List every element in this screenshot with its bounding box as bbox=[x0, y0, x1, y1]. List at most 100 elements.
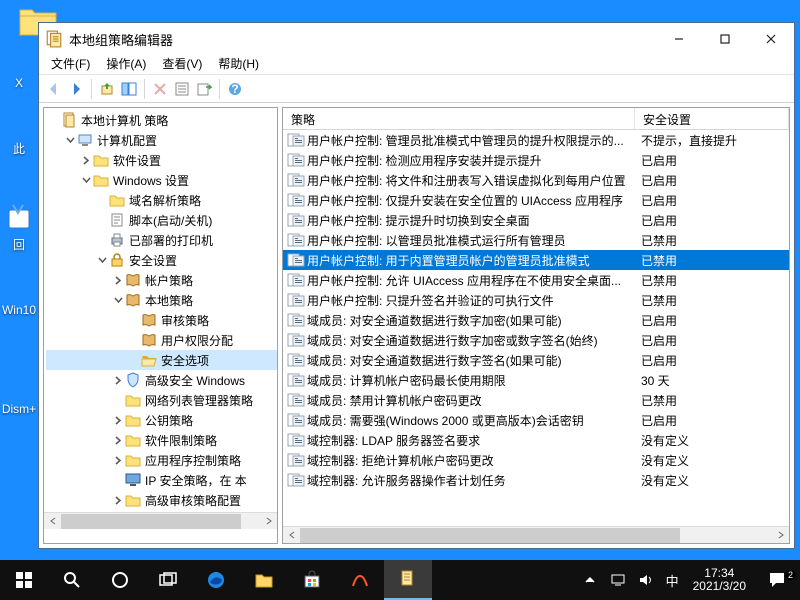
gpedit-taskbar-icon[interactable] bbox=[384, 560, 432, 600]
list-hscrollbar[interactable] bbox=[283, 526, 789, 543]
policy-name: 域控制器: LDAP 服务器签名要求 bbox=[307, 432, 480, 449]
menu-file[interactable]: 文件(F) bbox=[43, 53, 98, 74]
search-button[interactable] bbox=[48, 560, 96, 600]
column-setting[interactable]: 安全设置 bbox=[635, 108, 789, 129]
tree-item-audit[interactable]: 审核策略 bbox=[46, 310, 277, 330]
desktop-icon[interactable]: Win10 bbox=[0, 295, 38, 359]
tree-item-scripts[interactable]: 脚本(启动/关机) bbox=[46, 210, 277, 230]
expand-icon[interactable] bbox=[112, 434, 124, 446]
collapse-icon[interactable] bbox=[64, 134, 76, 146]
task-view-button[interactable] bbox=[144, 560, 192, 600]
show-hide-tree-button[interactable] bbox=[120, 80, 138, 98]
policy-row[interactable]: 域控制器: 允许服务器操作者计划任务没有定义 bbox=[283, 470, 789, 490]
dns-icon bbox=[109, 192, 125, 208]
expand-icon[interactable] bbox=[112, 274, 124, 286]
tree-item-network-list[interactable]: 网络列表管理器策略 bbox=[46, 390, 277, 410]
policy-row[interactable]: 用户帐户控制: 以管理员批准模式运行所有管理员已禁用 bbox=[283, 230, 789, 250]
expand-icon[interactable] bbox=[112, 454, 124, 466]
tree-item-adv-firewall[interactable]: 高级安全 Windows bbox=[46, 370, 277, 390]
menu-action[interactable]: 操作(A) bbox=[98, 53, 154, 74]
expand-icon[interactable] bbox=[112, 374, 124, 386]
desktop-icon[interactable]: Dism+ bbox=[0, 394, 38, 458]
tree-item-dns[interactable]: 域名解析策略 bbox=[46, 190, 277, 210]
collapse-icon[interactable] bbox=[112, 294, 124, 306]
tree-item-software[interactable]: 软件设置 bbox=[46, 150, 277, 170]
tray-overflow-icon[interactable] bbox=[576, 572, 604, 588]
tree-item-local-policy[interactable]: 本地策略 bbox=[46, 290, 277, 310]
up-button[interactable] bbox=[98, 80, 116, 98]
policy-row[interactable]: 域成员: 禁用计算机帐户密码更改已禁用 bbox=[283, 390, 789, 410]
policy-row[interactable]: 域控制器: LDAP 服务器签名要求没有定义 bbox=[283, 430, 789, 450]
tree-item-account-policy[interactable]: 帐户策略 bbox=[46, 270, 277, 290]
tree-item-user-rights[interactable]: 用户权限分配 bbox=[46, 330, 277, 350]
tree-hscrollbar[interactable] bbox=[44, 512, 277, 529]
tree-item-security[interactable]: 安全设置 bbox=[46, 250, 277, 270]
policy-row[interactable]: 用户帐户控制: 允许 UIAccess 应用程序在不使用安全桌面...已禁用 bbox=[283, 270, 789, 290]
policy-row[interactable]: 域控制器: 拒绝计算机帐户密码更改没有定义 bbox=[283, 450, 789, 470]
policy-name: 用户帐户控制: 允许 UIAccess 应用程序在不使用安全桌面... bbox=[307, 272, 621, 289]
tree-item-printers[interactable]: 已部署的打印机 bbox=[46, 230, 277, 250]
start-button[interactable] bbox=[0, 560, 48, 600]
policy-row[interactable]: 域成员: 需要强(Windows 2000 或更高版本)会话密钥已启用 bbox=[283, 410, 789, 430]
clock[interactable]: 17:34 2021/3/20 bbox=[685, 567, 754, 593]
policy-row[interactable]: 用户帐户控制: 用于内置管理员帐户的管理员批准模式已禁用 bbox=[283, 250, 789, 270]
menu-view[interactable]: 查看(V) bbox=[154, 53, 210, 74]
list-body[interactable]: 用户帐户控制: 管理员批准模式中管理员的提升权限提示的...不提示，直接提升用户… bbox=[283, 130, 789, 526]
column-policy[interactable]: 策略 bbox=[283, 108, 635, 129]
collapse-icon[interactable] bbox=[96, 254, 108, 266]
network-icon[interactable] bbox=[604, 572, 632, 588]
desktop-icon[interactable]: X bbox=[0, 68, 38, 132]
clock-date: 2021/3/20 bbox=[693, 580, 746, 593]
tree-item-root[interactable]: 本地计算机 策略 bbox=[46, 110, 277, 130]
ime-indicator[interactable]: 中 bbox=[660, 571, 685, 590]
desktop-icon[interactable]: 回 bbox=[0, 196, 38, 260]
policy-row[interactable]: 域成员: 计算机帐户密码最长使用期限30 天 bbox=[283, 370, 789, 390]
back-button[interactable] bbox=[45, 80, 63, 98]
expand-icon[interactable] bbox=[112, 494, 124, 506]
policy-row[interactable]: 域成员: 对安全通道数据进行数字签名(如果可能)已启用 bbox=[283, 350, 789, 370]
policy-row[interactable]: 用户帐户控制: 提示提升时切换到安全桌面已启用 bbox=[283, 210, 789, 230]
policy-name: 用户帐户控制: 管理员批准模式中管理员的提升权限提示的... bbox=[307, 132, 624, 149]
action-center-icon[interactable]: 2 bbox=[754, 571, 800, 589]
export-button[interactable] bbox=[195, 80, 213, 98]
expand-icon[interactable] bbox=[112, 414, 124, 426]
policy-icon bbox=[287, 413, 305, 427]
cortana-button[interactable] bbox=[96, 560, 144, 600]
properties-button[interactable] bbox=[173, 80, 191, 98]
tree-item-ipsec[interactable]: IP 安全策略，在 本 bbox=[46, 470, 277, 490]
tree-item-windows-settings[interactable]: Windows 设置 bbox=[46, 170, 277, 190]
policy-row[interactable]: 用户帐户控制: 检测应用程序安装并提示提升已启用 bbox=[283, 150, 789, 170]
tree-item-computer-config[interactable]: 计算机配置 bbox=[46, 130, 277, 150]
delete-button[interactable] bbox=[151, 80, 169, 98]
policy-row[interactable]: 域成员: 对安全通道数据进行数字加密或数字签名(始终)已启用 bbox=[283, 330, 789, 350]
file-explorer-icon[interactable] bbox=[240, 560, 288, 600]
volume-icon[interactable] bbox=[632, 572, 660, 588]
store-icon[interactable] bbox=[288, 560, 336, 600]
policy-name: 域成员: 需要强(Windows 2000 或更高版本)会话密钥 bbox=[307, 412, 584, 429]
minimize-button[interactable] bbox=[656, 24, 702, 54]
policy-row[interactable]: 用户帐户控制: 将文件和注册表写入错误虚拟化到每用户位置已启用 bbox=[283, 170, 789, 190]
tree-item-software-restriction[interactable]: 软件限制策略 bbox=[46, 430, 277, 450]
policy-icon bbox=[287, 193, 305, 207]
tree-item-adv-audit[interactable]: 高级审核策略配置 bbox=[46, 490, 277, 510]
tree-pane[interactable]: 本地计算机 策略计算机配置软件设置Windows 设置域名解析策略脚本(启动/关… bbox=[43, 107, 278, 544]
collapse-icon[interactable] bbox=[80, 174, 92, 186]
policy-row[interactable]: 用户帐户控制: 管理员批准模式中管理员的提升权限提示的...不提示，直接提升 bbox=[283, 130, 789, 150]
maximize-button[interactable] bbox=[702, 24, 748, 54]
expand-icon[interactable] bbox=[80, 154, 92, 166]
policy-setting: 已禁用 bbox=[635, 232, 789, 249]
tree-item-security-options[interactable]: 安全选项 bbox=[46, 350, 277, 370]
menu-help[interactable]: 帮助(H) bbox=[210, 53, 267, 74]
edge-icon[interactable] bbox=[192, 560, 240, 600]
tree-item-app-control[interactable]: 应用程序控制策略 bbox=[46, 450, 277, 470]
tree-item-public-key[interactable]: 公钥策略 bbox=[46, 410, 277, 430]
policy-row[interactable]: 用户帐户控制: 仅提升安装在安全位置的 UIAccess 应用程序已启用 bbox=[283, 190, 789, 210]
app-icon[interactable] bbox=[336, 560, 384, 600]
desktop-icon[interactable]: 此 bbox=[0, 132, 38, 196]
policy-name: 域控制器: 拒绝计算机帐户密码更改 bbox=[307, 452, 494, 469]
help-button[interactable]: ? bbox=[226, 80, 244, 98]
policy-row[interactable]: 用户帐户控制: 只提升签名并验证的可执行文件已禁用 bbox=[283, 290, 789, 310]
policy-row[interactable]: 域成员: 对安全通道数据进行数字加密(如果可能)已启用 bbox=[283, 310, 789, 330]
close-button[interactable] bbox=[748, 24, 794, 54]
forward-button[interactable] bbox=[67, 80, 85, 98]
